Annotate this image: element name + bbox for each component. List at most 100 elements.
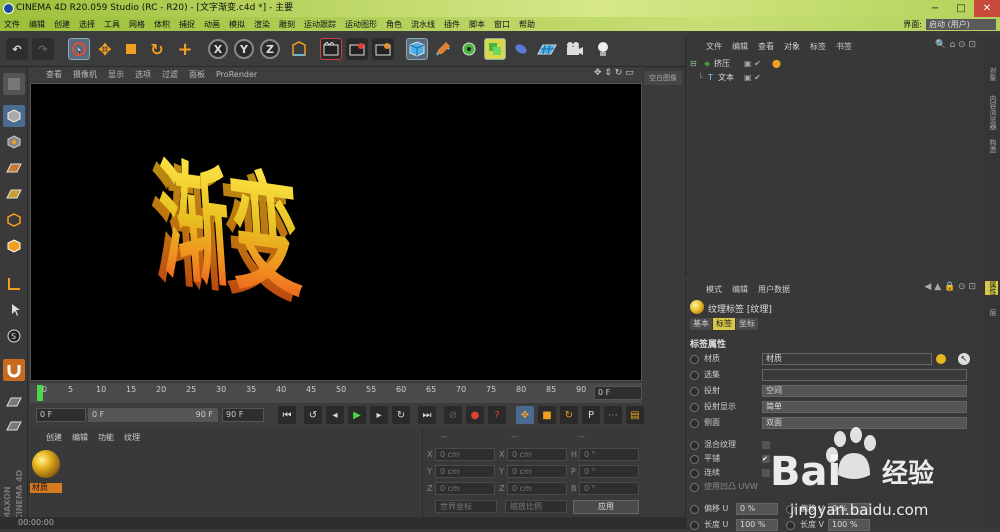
texture-mode-icon[interactable] [3, 131, 25, 153]
scale-icon[interactable] [120, 38, 142, 60]
menu-simulate[interactable]: 模拟 [229, 19, 245, 30]
enable-axis-icon[interactable] [3, 273, 25, 295]
menu-plugins[interactable]: 插件 [444, 19, 460, 30]
menu-tools[interactable]: 工具 [104, 19, 120, 30]
radio-icon[interactable] [690, 419, 699, 428]
radio-icon[interactable] [690, 483, 699, 492]
menu-pipeline[interactable]: 流水线 [411, 19, 435, 30]
attr-row-projection-display[interactable]: 投射显示 简单 [686, 400, 983, 414]
position-z-field[interactable]: 0 cm [435, 482, 495, 495]
menu-select[interactable]: 选择 [79, 19, 95, 30]
object-row-text[interactable]: └ T 文本 ▣ ✔ [686, 71, 983, 85]
vtab-objects[interactable]: 对象 [985, 67, 998, 81]
menu-help[interactable]: 帮助 [519, 19, 535, 30]
material-link-field[interactable]: 材质 [762, 353, 932, 365]
auto-key-icon[interactable]: ? [488, 406, 506, 424]
seamless-checkbox[interactable] [762, 469, 770, 477]
key-pla-icon[interactable]: ⋯ [604, 406, 622, 424]
tab-coordinates[interactable]: 坐标 [736, 318, 758, 330]
size-mode-dropdown[interactable]: 缩放比例 [505, 500, 567, 513]
y-axis-icon[interactable]: Y [234, 39, 254, 59]
workplane-icon[interactable] [3, 157, 25, 179]
move-icon[interactable]: ✥ [94, 38, 116, 60]
model-mode-icon[interactable] [3, 105, 25, 127]
tab-tag[interactable]: 标签 [713, 318, 735, 330]
obj-menu-file[interactable]: 文件 [706, 41, 722, 52]
radio-icon[interactable] [690, 403, 699, 412]
attr-menu-mode[interactable]: 模式 [706, 284, 722, 295]
maximize-button[interactable]: □ [948, 0, 974, 17]
mat-menu-texture[interactable]: 纹理 [124, 432, 140, 443]
material-swatch[interactable]: 材质 [30, 448, 62, 493]
rotation-h-field[interactable]: 0 ° [579, 448, 639, 461]
menu-window[interactable]: 窗口 [494, 19, 510, 30]
texture-tag-icon[interactable]: ⬤ [772, 57, 781, 71]
key-scale-icon[interactable]: ■ [538, 406, 556, 424]
undo-icon[interactable]: ↶ [6, 38, 28, 60]
points-mode-icon[interactable] [3, 183, 25, 205]
tile-checkbox[interactable]: ✔ [762, 455, 770, 463]
light-icon[interactable] [592, 38, 614, 60]
redo-icon[interactable]: ↷ [32, 38, 54, 60]
start-frame-field[interactable]: 0 F [36, 408, 86, 422]
visibility-icon[interactable]: ▣ ✔ [744, 71, 761, 85]
timeline[interactable]: 0 5 10 15 20 25 30 35 40 45 50 55 60 65 … [30, 383, 642, 403]
vp-menu-panel[interactable]: 面板 [189, 69, 205, 80]
rotation-p-field[interactable]: 0 ° [579, 465, 639, 478]
edges-mode-icon[interactable] [3, 209, 25, 231]
pen-icon[interactable] [432, 38, 454, 60]
current-frame-field[interactable]: 0 F [594, 386, 642, 400]
range-slider[interactable]: 0 F 90 F [88, 408, 218, 422]
vp-menu-view[interactable]: 查看 [46, 69, 62, 80]
attribute-nav-icons[interactable]: ◀ ▲ 🔒 ⊙ ⊡ [924, 282, 976, 292]
object-panel-nav-icons[interactable]: 🔍 ⌂ ⊙ ⊡ [935, 40, 976, 50]
vtab-layers[interactable]: 层 [985, 309, 998, 316]
rotation-b-field[interactable]: 0 ° [579, 482, 639, 495]
projection-display-dropdown[interactable]: 简单 [762, 401, 967, 413]
position-y-field[interactable]: 0 cm [435, 465, 495, 478]
prev-frame-icon[interactable]: ◂ [326, 406, 344, 424]
selection-field[interactable] [762, 369, 967, 381]
menu-script[interactable]: 脚本 [469, 19, 485, 30]
vp-menu-prorender[interactable]: ProRender [216, 70, 257, 79]
attr-row-projection[interactable]: 投射 空间 [686, 384, 983, 398]
mat-menu-create[interactable]: 创建 [46, 432, 62, 443]
vtab-structure[interactable]: 构造 [985, 139, 998, 153]
visibility-icon[interactable]: ▣ ✔ [744, 57, 761, 71]
radio-icon[interactable] [690, 505, 699, 514]
next-key-icon[interactable]: ↻ [392, 406, 410, 424]
menu-mesh[interactable]: 网格 [129, 19, 145, 30]
apply-button[interactable]: 应用 [573, 500, 639, 514]
mix-checkbox[interactable] [762, 441, 770, 449]
play-icon[interactable]: ▶ [348, 406, 366, 424]
menu-animate[interactable]: 动画 [204, 19, 220, 30]
attr-row-material[interactable]: 材质 材质 ↖ [686, 352, 983, 366]
blank-image-button[interactable]: 空白图像 [644, 71, 682, 85]
menu-volume[interactable]: 体积 [154, 19, 170, 30]
radio-icon[interactable] [690, 355, 699, 364]
go-to-end-icon[interactable]: ⏭ [418, 406, 436, 424]
coordinate-system-icon[interactable] [288, 38, 310, 60]
planar-workplane-icon[interactable] [3, 415, 25, 437]
menu-file[interactable]: 文件 [4, 19, 20, 30]
coord-mode-dropdown[interactable]: 世界坐标 [435, 500, 497, 513]
pick-icon[interactable]: ↖ [958, 353, 970, 365]
menu-create[interactable]: 创建 [54, 19, 70, 30]
vtab-attributes[interactable]: 属性 [985, 281, 998, 295]
viewport[interactable]: 渐变 渐变 [30, 83, 642, 381]
live-selection-icon[interactable] [68, 38, 90, 60]
menu-snap[interactable]: 捕捉 [179, 19, 195, 30]
render-view-icon[interactable] [320, 38, 342, 60]
radio-icon[interactable] [690, 455, 699, 464]
menu-render[interactable]: 渲染 [254, 19, 270, 30]
size-z-field[interactable]: 0 cm [507, 482, 567, 495]
menu-mograph[interactable]: 运动图形 [345, 19, 377, 30]
rotate-icon[interactable]: ↻ [146, 38, 168, 60]
radio-icon[interactable] [690, 469, 699, 478]
subdivision-icon[interactable] [458, 38, 480, 60]
next-frame-icon[interactable]: ▸ [370, 406, 388, 424]
camera-icon[interactable] [564, 38, 586, 60]
z-axis-icon[interactable]: Z [260, 39, 280, 59]
obj-menu-tags[interactable]: 标签 [810, 41, 826, 52]
key-parameter-icon[interactable]: P [582, 406, 600, 424]
